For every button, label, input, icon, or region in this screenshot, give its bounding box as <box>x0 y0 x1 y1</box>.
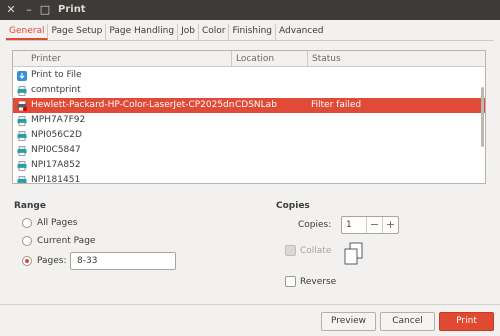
printer-name: NPI181451 <box>31 175 81 184</box>
decrement-button[interactable]: − <box>366 217 382 233</box>
printer-name: Print to File <box>31 70 82 80</box>
table-header: Printer Location Status <box>13 51 485 67</box>
current-page-label[interactable]: Current Page <box>37 236 95 246</box>
pages-label[interactable]: Pages: <box>37 256 67 266</box>
title-bar: ✕ – □ Print <box>0 0 500 20</box>
preview-button[interactable]: Preview <box>321 312 376 331</box>
printer-list[interactable]: Printer Location Status Print to File co… <box>12 50 486 184</box>
printer-icon <box>17 131 27 141</box>
collate-pages-icon <box>344 242 363 265</box>
pages-input[interactable]: 8-33 <box>70 252 176 270</box>
tab-general[interactable]: General <box>6 24 49 40</box>
table-row[interactable]: Print to File <box>13 68 485 83</box>
increment-button[interactable]: + <box>382 217 398 233</box>
maximize-icon[interactable]: □ <box>38 3 52 17</box>
tab-color[interactable]: Color <box>199 24 230 40</box>
cancel-button[interactable]: Cancel <box>380 312 435 331</box>
printer-status: Filter failed <box>311 100 362 110</box>
printer-name: MPH7A7F92 <box>31 115 86 125</box>
tab-page-handling[interactable]: Page Handling <box>106 24 179 40</box>
printer-icon <box>17 146 27 156</box>
printer-name: Hewlett-Packard-HP-Color-LaserJet-CP2025… <box>31 100 235 110</box>
table-row[interactable]: MPH7A7F92 <box>13 113 485 128</box>
print-button[interactable]: Print <box>439 312 494 331</box>
tab-job[interactable]: Job <box>178 24 199 40</box>
column-header-status[interactable]: Status <box>307 51 485 67</box>
print-dialog: ✕ – □ Print General Page Setup Page Hand… <box>0 0 500 336</box>
table-row[interactable]: NPI056C2D <box>13 128 485 143</box>
copies-spinner[interactable]: 1 − + <box>341 216 399 234</box>
printer-name: comntprint <box>31 85 81 95</box>
close-icon[interactable]: ✕ <box>4 3 18 17</box>
printer-location: CDSNLab <box>235 100 277 110</box>
copies-label: Copies: <box>298 220 332 230</box>
tab-bar: General Page Setup Page Handling Job Col… <box>6 24 327 40</box>
tab-advanced[interactable]: Advanced <box>276 24 326 40</box>
reverse-checkbox[interactable] <box>285 276 296 287</box>
printer-name: NPI056C2D <box>31 130 82 140</box>
table-row[interactable]: NPI181451 <box>13 173 485 184</box>
printer-list-scrollbar[interactable] <box>479 67 485 183</box>
printer-icon <box>17 86 27 96</box>
printer-error-icon <box>17 101 27 111</box>
table-row[interactable]: NPI17A852 <box>13 158 485 173</box>
column-header-printer[interactable]: Printer <box>13 51 231 67</box>
printer-icon <box>17 116 27 126</box>
all-pages-label[interactable]: All Pages <box>37 218 78 228</box>
collate-checkbox[interactable] <box>285 245 296 256</box>
all-pages-radio[interactable] <box>22 218 32 228</box>
tab-page-setup[interactable]: Page Setup <box>48 24 107 40</box>
printer-icon <box>17 161 27 171</box>
column-header-location[interactable]: Location <box>231 51 307 67</box>
copies-heading: Copies <box>276 201 310 211</box>
tab-finishing[interactable]: Finishing <box>229 24 277 40</box>
table-row[interactable]: NPI0C5847 <box>13 143 485 158</box>
download-icon <box>17 71 27 81</box>
collate-label[interactable]: Collate <box>300 246 331 256</box>
current-page-radio[interactable] <box>22 236 32 246</box>
printer-name: NPI17A852 <box>31 160 81 170</box>
table-row[interactable]: comntprint <box>13 83 485 98</box>
reverse-label[interactable]: Reverse <box>300 277 336 287</box>
scrollbar-thumb[interactable] <box>481 87 484 147</box>
tab-divider <box>6 40 494 41</box>
printer-name: NPI0C5847 <box>31 145 81 155</box>
window-title: Print <box>58 4 86 15</box>
range-heading: Range <box>14 201 46 211</box>
pages-radio[interactable] <box>22 256 32 266</box>
printer-icon <box>17 176 27 183</box>
table-row[interactable]: Hewlett-Packard-HP-Color-LaserJet-CP2025… <box>13 98 485 113</box>
minimize-icon[interactable]: – <box>22 3 36 17</box>
copies-value[interactable]: 1 <box>346 217 352 233</box>
